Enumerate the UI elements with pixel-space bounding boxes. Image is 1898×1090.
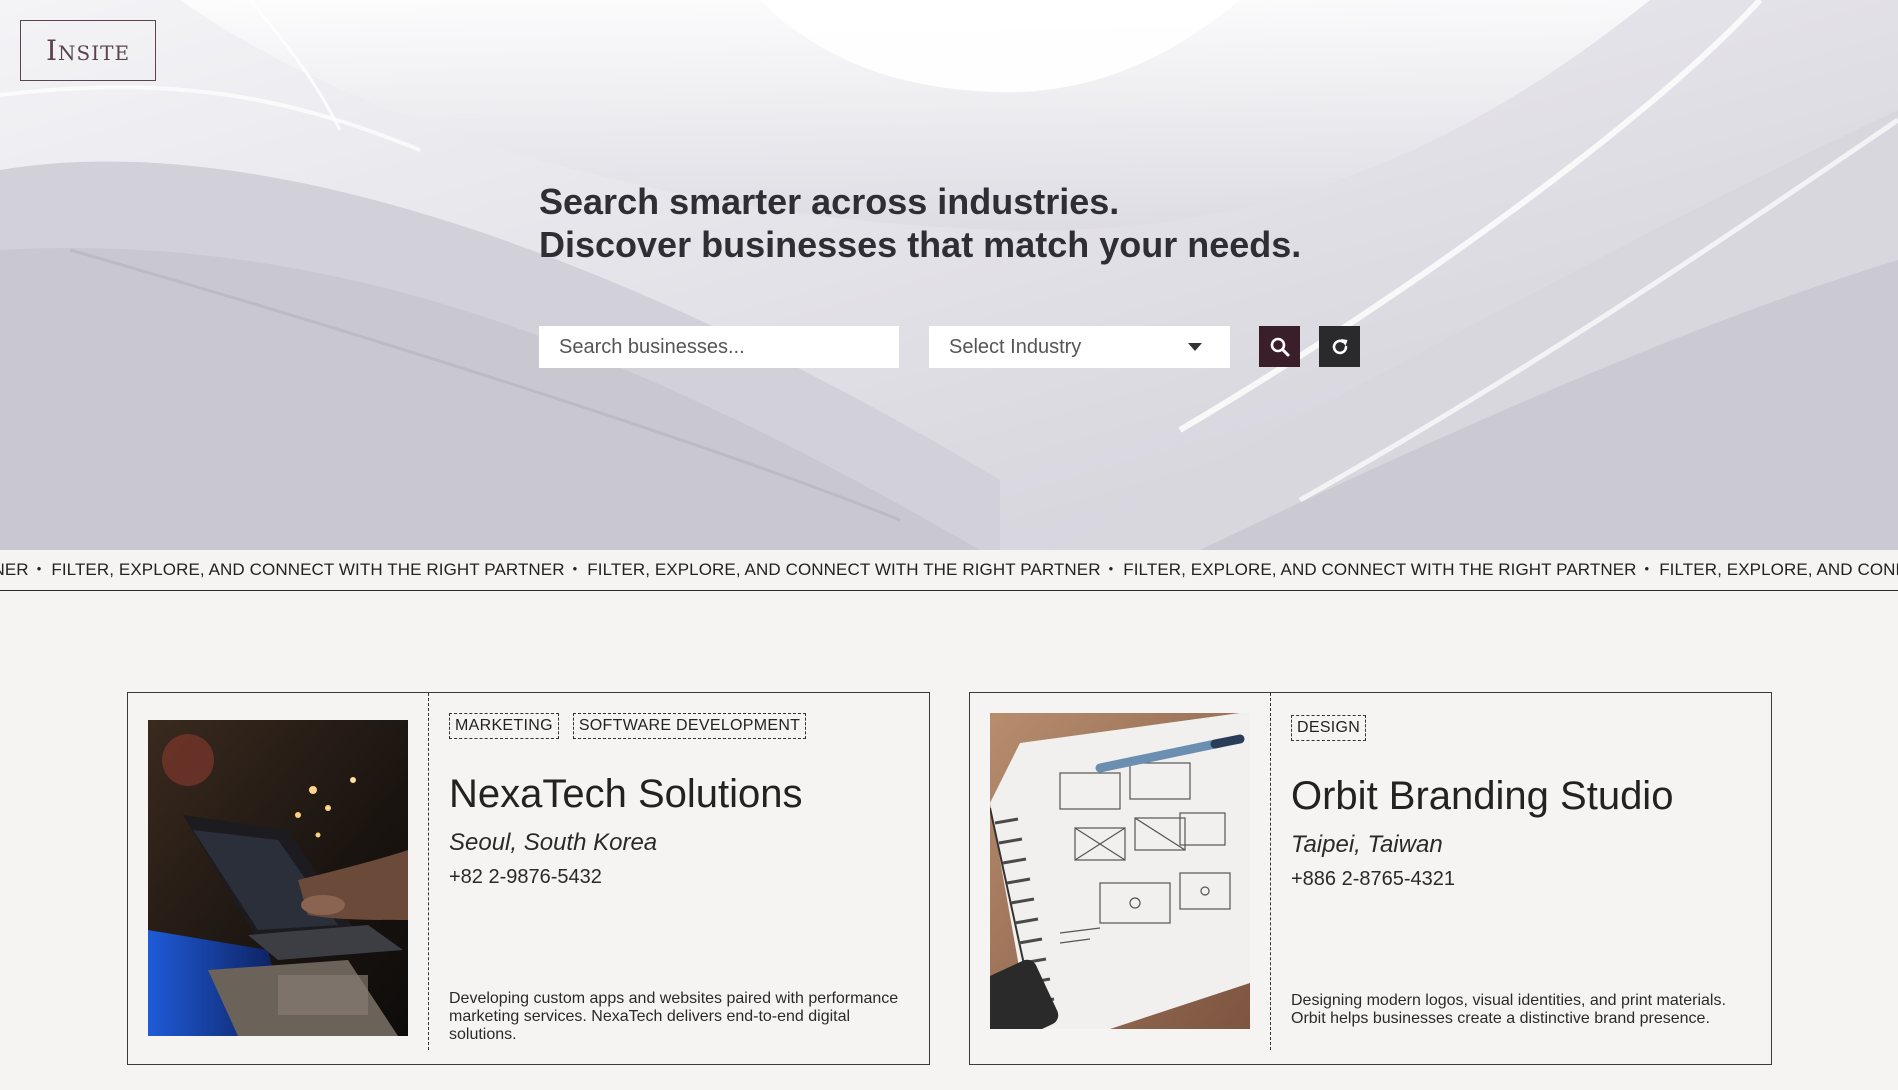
business-location: Taipei, Taiwan bbox=[1291, 831, 1443, 858]
business-phone: +82 2-9876-5432 bbox=[449, 866, 602, 888]
category-tag[interactable]: DESIGN bbox=[1291, 715, 1367, 741]
ticker-fragment: TNER bbox=[0, 560, 29, 579]
search-input[interactable] bbox=[539, 326, 899, 368]
industry-select[interactable]: Select Industry bbox=[929, 326, 1230, 368]
search-button[interactable] bbox=[1259, 326, 1300, 367]
hero-headline-line-2: Discover businesses that match your need… bbox=[539, 224, 1302, 265]
category-tag[interactable]: MARKETING bbox=[449, 713, 559, 739]
business-photo bbox=[148, 720, 408, 1036]
business-location: Seoul, South Korea bbox=[449, 829, 658, 856]
search-icon bbox=[1270, 337, 1289, 356]
card-divider bbox=[1270, 693, 1271, 1050]
ticker-track: TNER • FILTER, EXPLORE, AND CONNECT WITH T… bbox=[0, 560, 1898, 580]
ticker-item: FILTER, EXPLORE, AND CONNECT WITH THE RI… bbox=[51, 560, 565, 579]
business-card[interactable]: MARKETING SOFTWARE DEVELOPMENT NexaTech … bbox=[127, 692, 930, 1065]
reset-button[interactable] bbox=[1319, 326, 1360, 367]
ticker-item: FILTER, EXPLORE, AND CONNECT WITH THE bbox=[1659, 560, 1898, 579]
business-name[interactable]: Orbit Branding Studio bbox=[1291, 774, 1673, 819]
ticker-separator: • bbox=[1644, 561, 1650, 576]
hero-section: Insite Search smarter across industries.… bbox=[0, 0, 1898, 550]
site-logo[interactable]: Insite bbox=[20, 20, 156, 81]
ticker-item: FILTER, EXPLORE, AND CONNECT WITH THE RI… bbox=[1123, 560, 1637, 579]
tag-list: MARKETING SOFTWARE DEVELOPMENT bbox=[449, 713, 807, 739]
hero-background-image bbox=[0, 0, 1898, 550]
ticker-separator: • bbox=[1108, 561, 1114, 576]
business-photo bbox=[990, 713, 1250, 1029]
tag-list: DESIGN bbox=[1291, 715, 1367, 741]
business-description: Designing modern logos, visual identitie… bbox=[1291, 992, 1726, 1027]
category-tag[interactable]: SOFTWARE DEVELOPMENT bbox=[572, 713, 807, 739]
ticker-separator: • bbox=[572, 561, 578, 576]
card-divider bbox=[428, 693, 429, 1050]
business-name[interactable]: NexaTech Solutions bbox=[449, 772, 803, 817]
hero-headline-line-1: Search smarter across industries. bbox=[539, 181, 1120, 222]
business-card[interactable]: DESIGN Orbit Branding Studio Taipei, Tai… bbox=[969, 692, 1772, 1065]
ticker-separator: • bbox=[36, 561, 42, 576]
business-description: Developing custom apps and websites pair… bbox=[449, 990, 899, 1043]
refresh-icon bbox=[1332, 338, 1347, 354]
marquee-ticker: TNER • FILTER, EXPLORE, AND CONNECT WITH T… bbox=[0, 550, 1898, 591]
ticker-item: FILTER, EXPLORE, AND CONNECT WITH THE RI… bbox=[587, 560, 1101, 579]
caret-down-icon bbox=[1188, 343, 1202, 351]
hero-headline: Search smarter across industries. Discov… bbox=[539, 180, 1301, 266]
business-phone: +886 2-8765-4321 bbox=[1291, 868, 1456, 890]
industry-select-label: Select Industry bbox=[949, 335, 1082, 358]
